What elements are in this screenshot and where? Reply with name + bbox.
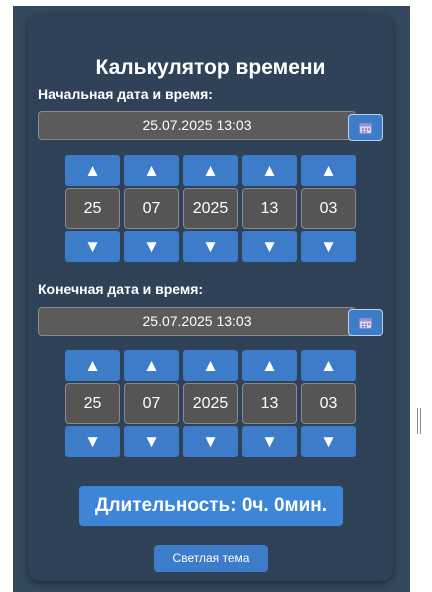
start-day-spinner: ▲ 25 ▼ [65, 155, 120, 266]
end-hour-value[interactable]: 13 [242, 383, 297, 424]
start-year-spinner: ▲ 2025 ▼ [183, 155, 238, 266]
end-month-up-button[interactable]: ▲ [124, 350, 179, 381]
end-hour-spinner: ▲ 13 ▼ [242, 350, 297, 461]
duration-result: Длительность: 0ч. 0мин. [79, 486, 343, 526]
end-label: Конечная дата и время: [38, 281, 204, 297]
end-hour-up-button[interactable]: ▲ [242, 350, 297, 381]
calendar-icon [359, 122, 372, 134]
end-day-up-button[interactable]: ▲ [65, 350, 120, 381]
start-month-up-button[interactable]: ▲ [124, 155, 179, 186]
calendar-icon [359, 317, 372, 329]
end-year-value[interactable]: 2025 [183, 383, 238, 424]
end-calendar-button[interactable] [348, 309, 383, 336]
end-minute-value[interactable]: 03 [301, 383, 356, 424]
end-day-value[interactable]: 25 [65, 383, 120, 424]
start-year-up-button[interactable]: ▲ [183, 155, 238, 186]
start-calendar-button[interactable] [348, 114, 383, 141]
end-year-up-button[interactable]: ▲ [183, 350, 238, 381]
start-hour-value[interactable]: 13 [242, 188, 297, 229]
start-minute-up-button[interactable]: ▲ [301, 155, 356, 186]
end-minute-spinner: ▲ 03 ▼ [301, 350, 356, 461]
calculator-card: Калькулятор времени Начальная дата и вре… [28, 15, 393, 581]
start-datetime-input[interactable]: 25.07.2025 13:03 [38, 111, 356, 140]
start-year-down-button[interactable]: ▼ [183, 231, 238, 262]
end-month-value[interactable]: 07 [124, 383, 179, 424]
start-spinners: ▲ 25 ▼ ▲ 07 ▼ ▲ 2025 ▼ ▲ 13 ▼ ▲ 03 ▼ [65, 155, 357, 266]
start-year-value[interactable]: 2025 [183, 188, 238, 229]
start-day-value[interactable]: 25 [65, 188, 120, 229]
end-month-spinner: ▲ 07 ▼ [124, 350, 179, 461]
end-year-down-button[interactable]: ▼ [183, 426, 238, 457]
start-minute-value[interactable]: 03 [301, 188, 356, 229]
start-hour-spinner: ▲ 13 ▼ [242, 155, 297, 266]
end-year-spinner: ▲ 2025 ▼ [183, 350, 238, 461]
start-day-up-button[interactable]: ▲ [65, 155, 120, 186]
start-month-value[interactable]: 07 [124, 188, 179, 229]
end-hour-down-button[interactable]: ▼ [242, 426, 297, 457]
resize-handle[interactable] [417, 408, 421, 434]
light-theme-button[interactable]: Светлая тема [154, 545, 268, 572]
end-day-spinner: ▲ 25 ▼ [65, 350, 120, 461]
start-month-down-button[interactable]: ▼ [124, 231, 179, 262]
start-label: Начальная дата и время: [38, 86, 213, 102]
start-day-down-button[interactable]: ▼ [65, 231, 120, 262]
end-spinners: ▲ 25 ▼ ▲ 07 ▼ ▲ 2025 ▼ ▲ 13 ▼ ▲ 03 ▼ [65, 350, 357, 461]
start-hour-down-button[interactable]: ▼ [242, 231, 297, 262]
start-month-spinner: ▲ 07 ▼ [124, 155, 179, 266]
page-title: Калькулятор времени [95, 56, 326, 79]
end-datetime-input[interactable]: 25.07.2025 13:03 [38, 307, 356, 336]
end-day-down-button[interactable]: ▼ [65, 426, 120, 457]
start-hour-up-button[interactable]: ▲ [242, 155, 297, 186]
start-minute-down-button[interactable]: ▼ [301, 231, 356, 262]
end-minute-up-button[interactable]: ▲ [301, 350, 356, 381]
end-minute-down-button[interactable]: ▼ [301, 426, 356, 457]
end-month-down-button[interactable]: ▼ [124, 426, 179, 457]
start-minute-spinner: ▲ 03 ▼ [301, 155, 356, 266]
